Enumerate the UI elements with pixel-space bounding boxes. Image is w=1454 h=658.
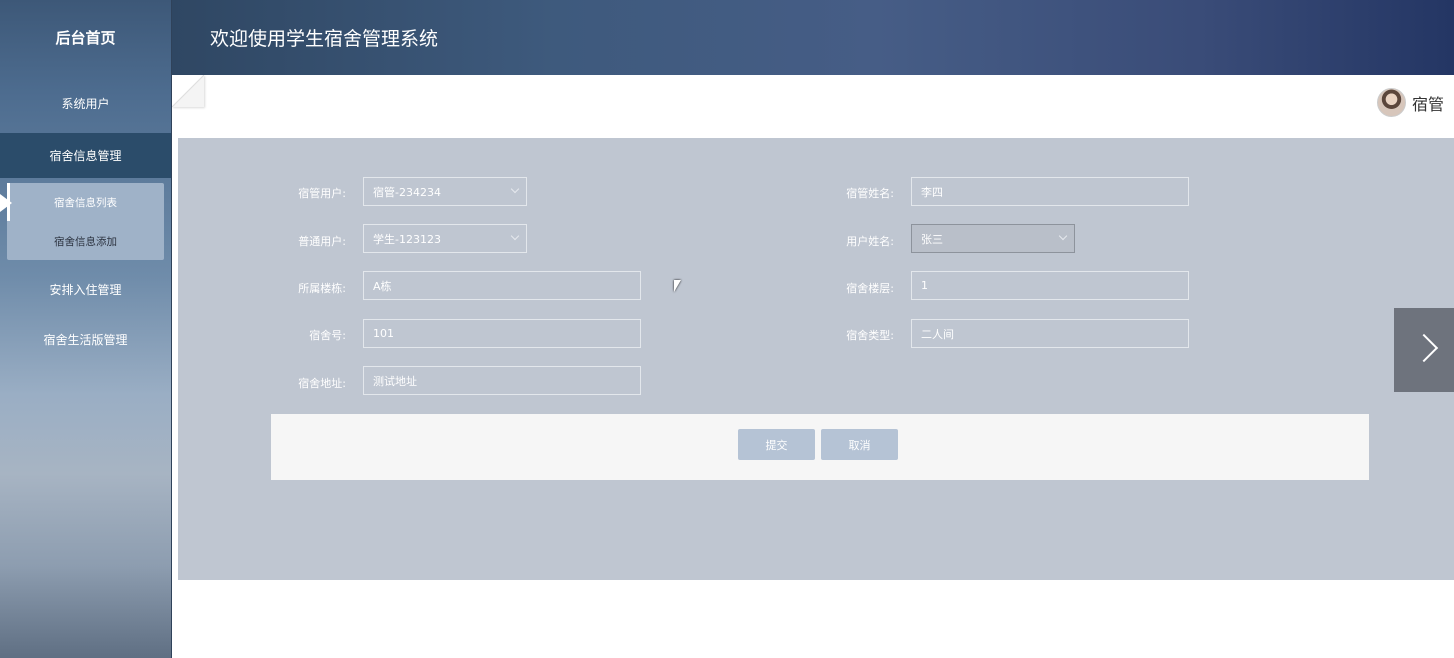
sidebar-item-checkin[interactable]: 安排入住管理 <box>0 267 171 312</box>
user-name-value: 张三 <box>921 232 943 246</box>
manager-name-label: 宿管姓名: <box>846 187 894 200</box>
chevron-down-icon <box>1058 231 1068 241</box>
room-type-field[interactable]: 二人间 <box>911 319 1189 348</box>
user-name-label: 用户姓名: <box>846 235 894 248</box>
submenu-item-dorm-list-label: 宿舍信息列表 <box>54 196 117 209</box>
sidebar-submenu: 宿舍信息列表 宿舍信息添加 <box>7 183 164 260</box>
sidebar-item-dorm-info[interactable]: 宿舍信息管理 <box>0 133 171 178</box>
page-title: 欢迎使用学生宿舍管理系统 <box>210 28 439 50</box>
next-arrow-icon[interactable] <box>1394 308 1454 392</box>
user-menu[interactable]: 宿管 <box>1376 88 1444 117</box>
manager-name-field[interactable]: 李四 <box>911 177 1189 206</box>
building-label: 所属楼栋: <box>298 282 346 295</box>
address-field[interactable]: 测试地址 <box>363 366 641 395</box>
floor-label: 宿舍楼层: <box>846 282 894 295</box>
floor-field[interactable]: 1 <box>911 271 1189 300</box>
header: 欢迎使用学生宿舍管理系统 <box>172 0 1454 75</box>
cancel-button[interactable]: 取消 <box>821 429 898 460</box>
building-field[interactable]: A栋 <box>363 271 641 300</box>
room-no-label: 宿舍号: <box>309 329 346 342</box>
address-label: 宿舍地址: <box>298 377 346 390</box>
avatar <box>1376 88 1406 117</box>
sidebar-item-system-users[interactable]: 系统用户 <box>0 81 171 126</box>
normal-user-select[interactable]: 学生-123123 <box>363 224 527 253</box>
room-type-label: 宿舍类型: <box>846 329 894 342</box>
room-no-field[interactable]: 101 <box>363 319 641 348</box>
manager-user-label: 宿管用户: <box>298 187 346 200</box>
normal-user-label: 普通用户: <box>298 235 346 248</box>
form-panel: 宿管用户: 宿管-234234 宿管姓名: 李四 普通用户: 学生-123123… <box>178 138 1454 580</box>
top-bar: 宿管 <box>172 75 1454 138</box>
sidebar-home-link[interactable]: 后台首页 <box>0 0 171 75</box>
chevron-down-icon <box>510 231 520 241</box>
user-name: 宿管 <box>1411 94 1444 114</box>
submenu-item-dorm-add[interactable]: 宿舍信息添加 <box>7 222 164 260</box>
submit-button[interactable]: 提交 <box>738 429 815 460</box>
mouse-cursor-icon <box>674 280 681 292</box>
sidebar-item-dorm-life[interactable]: 宿舍生活版管理 <box>0 317 171 362</box>
active-pointer-icon <box>0 194 12 212</box>
sidebar-toggle-icon[interactable] <box>172 75 204 107</box>
user-name-select[interactable]: 张三 <box>911 224 1075 253</box>
chevron-down-icon <box>510 184 520 194</box>
submenu-item-dorm-list[interactable]: 宿舍信息列表 <box>7 183 164 221</box>
sidebar: 后台首页 系统用户 宿舍信息管理 宿舍信息列表 宿舍信息添加 安排入住管理 宿舍… <box>0 0 172 658</box>
manager-user-value: 宿管-234234 <box>373 185 441 199</box>
normal-user-value: 学生-123123 <box>373 232 441 246</box>
manager-user-select[interactable]: 宿管-234234 <box>363 177 527 206</box>
form-actions: 提交 取消 <box>271 414 1369 480</box>
